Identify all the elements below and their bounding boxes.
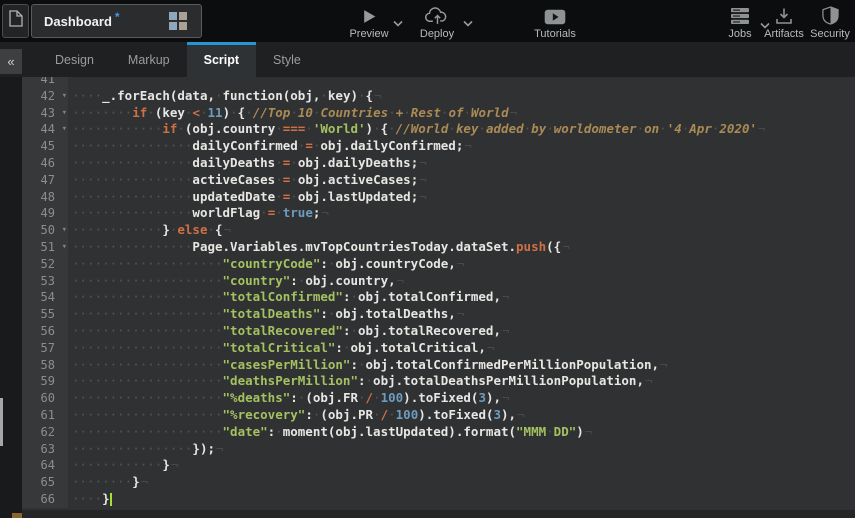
deploy-dropdown-chevron-icon[interactable]: [463, 14, 473, 32]
page-selector[interactable]: Dashboard *: [31, 4, 202, 38]
line-number: 60: [22, 390, 68, 407]
code-line[interactable]: ················worldFlag·=·true;¬: [72, 205, 855, 222]
page-icon-button[interactable]: [2, 4, 29, 38]
security-button[interactable]: Security: [808, 5, 852, 40]
tutorials-button[interactable]: Tutorials: [530, 5, 580, 40]
line-number: 41: [22, 77, 68, 88]
cloud-upload-icon: [425, 5, 450, 25]
code-line[interactable]: ····················"%deaths":·(obj.FR·/…: [72, 390, 855, 407]
line-number: 43▾: [22, 105, 68, 122]
preview-dropdown-chevron-icon[interactable]: [393, 14, 403, 32]
page-title: Dashboard: [44, 14, 112, 29]
code-line[interactable]: ····················"date":·moment(obj.l…: [72, 424, 855, 441]
fold-arrow-icon[interactable]: ▾: [62, 88, 67, 105]
fold-arrow-icon[interactable]: ▾: [62, 105, 67, 122]
code-line[interactable]: ····················"country":·obj.count…: [72, 273, 855, 290]
pages-grid-icon: [169, 12, 187, 30]
code-line[interactable]: ················dailyConfirmed·=·obj.dai…: [72, 138, 855, 155]
line-number: 59: [22, 373, 68, 390]
left-scrollbar-handle[interactable]: [0, 398, 3, 446]
artifacts-button[interactable]: Artifacts: [762, 5, 806, 40]
tab-script[interactable]: Script: [187, 42, 256, 77]
fold-arrow-icon[interactable]: ▾: [62, 121, 67, 138]
horizontal-scrollbar-track[interactable]: [22, 510, 855, 518]
fold-arrow-icon[interactable]: ▾: [62, 239, 67, 256]
code-line[interactable]: ········if·(key·<·11)·{·//Top·10·Countri…: [72, 105, 855, 122]
download-artifacts-icon: [775, 5, 793, 25]
tab-style[interactable]: Style: [256, 42, 318, 77]
collapse-panel-button[interactable]: «: [0, 49, 22, 74]
line-number: 62: [22, 424, 68, 441]
script-editor[interactable]: 4142▾43▾44▾454647484950▾51▾5253545556575…: [22, 77, 855, 510]
code-line[interactable]: ····················"deathsPerMillion":·…: [72, 373, 855, 390]
gutter: 4142▾43▾44▾454647484950▾51▾5253545556575…: [22, 77, 68, 508]
app-window: Dashboard * Preview Deploy: [0, 0, 855, 518]
collapse-left-icon: «: [7, 54, 14, 69]
code-line[interactable]: ····}: [72, 491, 855, 508]
tab-markup[interactable]: Markup: [111, 42, 187, 77]
line-number: 65: [22, 474, 68, 491]
line-number: 49: [22, 205, 68, 222]
line-number: 53: [22, 273, 68, 290]
line-number: 57: [22, 340, 68, 357]
line-number: 63: [22, 441, 68, 458]
code-line[interactable]: ····················"countryCode":·obj.c…: [72, 256, 855, 273]
top-bar: Dashboard * Preview Deploy: [0, 0, 855, 42]
text-cursor: [110, 493, 112, 506]
code-line[interactable]: ················dailyDeaths·=·obj.dailyD…: [72, 155, 855, 172]
code-line[interactable]: ····················"totalConfirmed":·ob…: [72, 289, 855, 306]
jobs-stack-icon: [730, 5, 750, 25]
play-icon: [361, 5, 378, 25]
code-line[interactable]: ····················"totalCritical":·obj…: [72, 340, 855, 357]
code-line[interactable]: ····················"%recovery":·(obj.PR…: [72, 407, 855, 424]
tab-design[interactable]: Design: [38, 42, 111, 77]
line-number: 56: [22, 323, 68, 340]
line-number: 58: [22, 357, 68, 374]
line-number: 46: [22, 155, 68, 172]
code-content[interactable]: ····_.forEach(data,·function(obj,·key)·{…: [68, 77, 855, 508]
code-line[interactable]: ············}·else·{¬: [72, 222, 855, 239]
line-number: 61: [22, 407, 68, 424]
code-line[interactable]: ················updatedDate·=·obj.lastUp…: [72, 189, 855, 206]
code-line[interactable]: ····················"totalDeaths":·obj.t…: [72, 306, 855, 323]
line-number: 48: [22, 189, 68, 206]
jobs-button[interactable]: Jobs: [722, 5, 758, 40]
code-line[interactable]: [72, 77, 855, 88]
code-line[interactable]: ····················"casesPerMillion":·o…: [72, 357, 855, 374]
code-line[interactable]: ············}¬: [72, 457, 855, 474]
code-line[interactable]: ····················"totalRecovered":·ob…: [72, 323, 855, 340]
code-line[interactable]: ················});¬: [72, 441, 855, 458]
code-line[interactable]: ················Page.Variables.mvTopCoun…: [72, 239, 855, 256]
line-number: 54: [22, 289, 68, 306]
video-tutorial-icon: [544, 5, 566, 25]
line-number: 66: [22, 491, 68, 508]
code-line[interactable]: ················activeCases·=·obj.active…: [72, 172, 855, 189]
line-number: 52: [22, 256, 68, 273]
line-number: 45: [22, 138, 68, 155]
page-icon: [9, 10, 23, 32]
line-number: 47: [22, 172, 68, 189]
shield-icon: [822, 5, 839, 25]
code-line[interactable]: ········}¬: [72, 474, 855, 491]
line-number: 50▾: [22, 222, 68, 239]
code-line[interactable]: ····_.forEach(data,·function(obj,·key)·{…: [72, 88, 855, 105]
line-number: 42▾: [22, 88, 68, 105]
left-panel-strip: [0, 77, 22, 518]
code-line[interactable]: ············if·(obj.country·===·'World')…: [72, 121, 855, 138]
preview-button[interactable]: Preview: [348, 5, 390, 40]
deploy-button[interactable]: Deploy: [416, 5, 458, 40]
fold-arrow-icon[interactable]: ▾: [62, 222, 67, 239]
line-number: 55: [22, 306, 68, 323]
editor-tab-bar: « Design Markup Script Style: [0, 42, 855, 77]
line-number: 51▾: [22, 239, 68, 256]
line-number: 64: [22, 457, 68, 474]
line-number: 44▾: [22, 121, 68, 138]
modified-indicator: *: [115, 10, 120, 24]
